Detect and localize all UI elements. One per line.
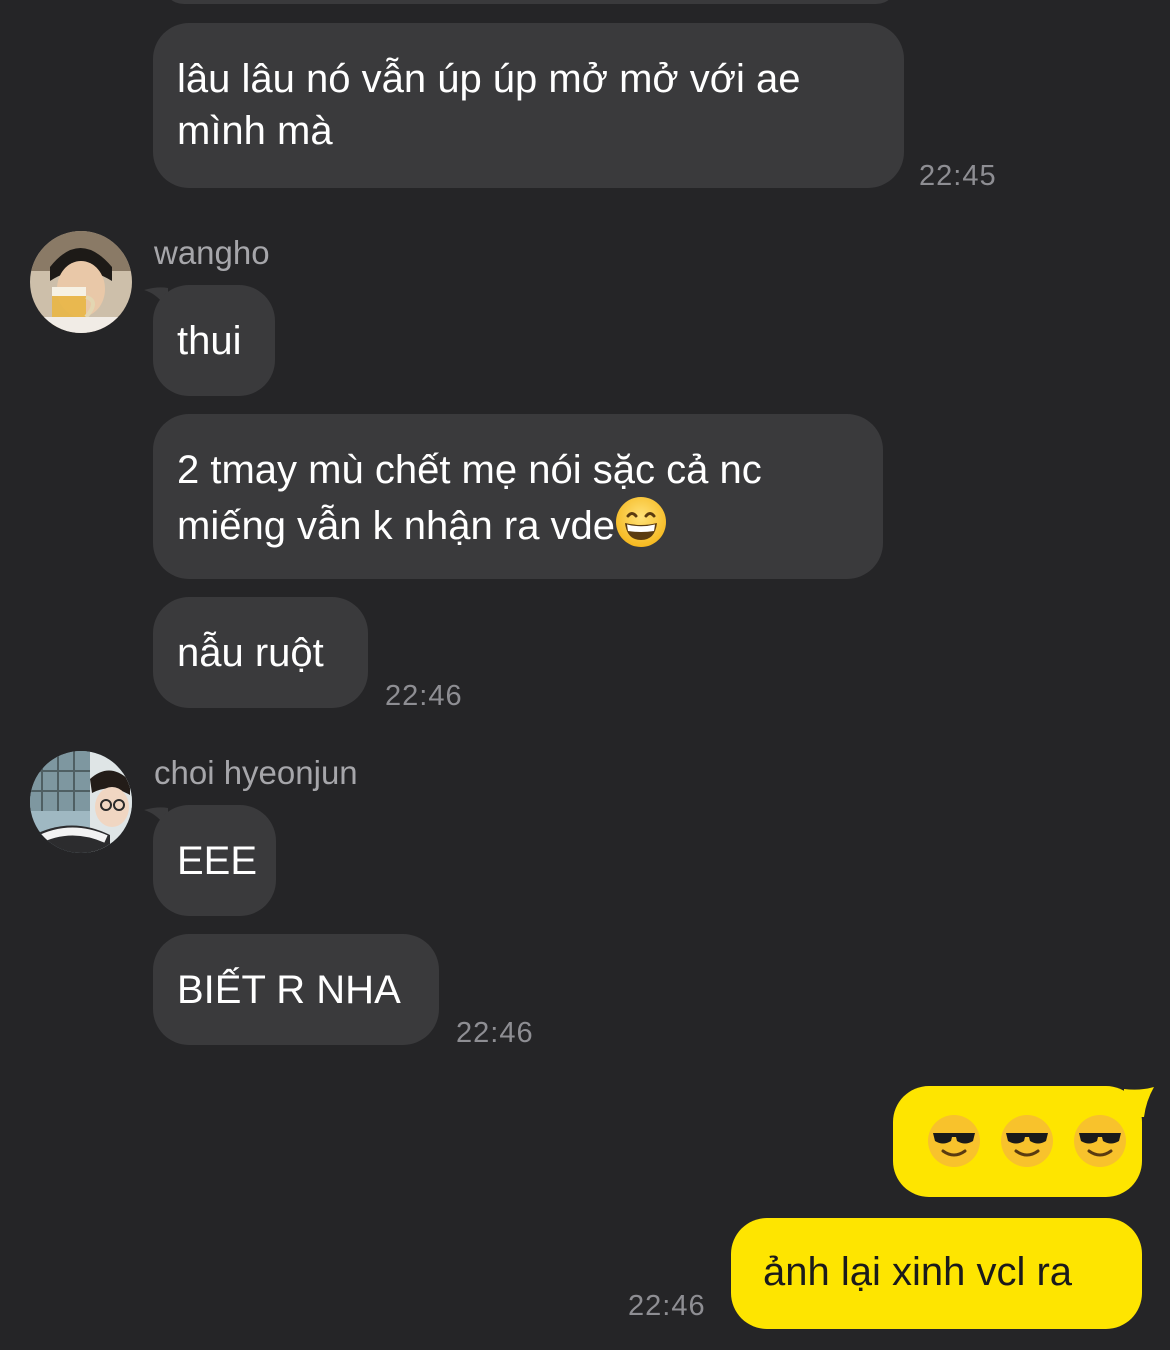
message-timestamp: 22:45 <box>919 160 997 192</box>
message-text: ảnh lại xinh vcl ra <box>763 1250 1073 1294</box>
message-text: thui <box>177 319 242 363</box>
message-text: miếng vẫn k nhận ra vde <box>177 504 616 549</box>
sender-name: choi hyeonjun <box>154 754 358 791</box>
avatar-wangho[interactable] <box>30 231 132 333</box>
message-bubble-partial[interactable] <box>162 0 898 4</box>
smiling-face-with-sunglasses-icon <box>1073 1114 1127 1181</box>
sender-name: wangho <box>154 234 270 271</box>
message-bubble[interactable]: 2 tmay mù chết mẹ nói sặc cả nc miếng vẫ… <box>153 414 883 579</box>
message-text: mình mà <box>177 109 333 153</box>
smiling-face-with-sunglasses-icon <box>1000 1114 1054 1181</box>
message-text: nẫu ruột <box>177 631 324 675</box>
avatar-choi-hyeonjun[interactable] <box>30 751 132 853</box>
message-timestamp: 22:46 <box>628 1290 706 1322</box>
message-timestamp: 22:46 <box>456 1017 534 1049</box>
message-text: BIẾT R NHA <box>177 968 401 1012</box>
avatar-wangho-image <box>30 231 132 333</box>
message-bubble[interactable]: thui <box>153 285 275 396</box>
message-bubble[interactable]: nẫu ruột <box>153 597 368 708</box>
message-text: lâu lâu nó vẫn úp úp mở mở với ae <box>177 57 801 101</box>
message-bubble-sent[interactable]: ảnh lại xinh vcl ra <box>731 1218 1142 1329</box>
message-bubble[interactable]: lâu lâu nó vẫn úp úp mở mở với ae mình m… <box>153 23 904 188</box>
message-bubble[interactable]: BIẾT R NHA <box>153 934 439 1045</box>
message-timestamp: 22:46 <box>385 680 463 712</box>
message-bubble-sent[interactable] <box>893 1086 1142 1197</box>
smiling-face-with-sunglasses-icon <box>927 1114 981 1181</box>
message-text: EEE <box>177 839 258 883</box>
avatar-choi-hyeonjun-image <box>30 751 132 853</box>
message-text: 2 tmay mù chết mẹ nói sặc cả nc <box>177 448 762 492</box>
message-bubble[interactable]: EEE <box>153 805 276 916</box>
grinning-face-icon <box>615 496 667 561</box>
